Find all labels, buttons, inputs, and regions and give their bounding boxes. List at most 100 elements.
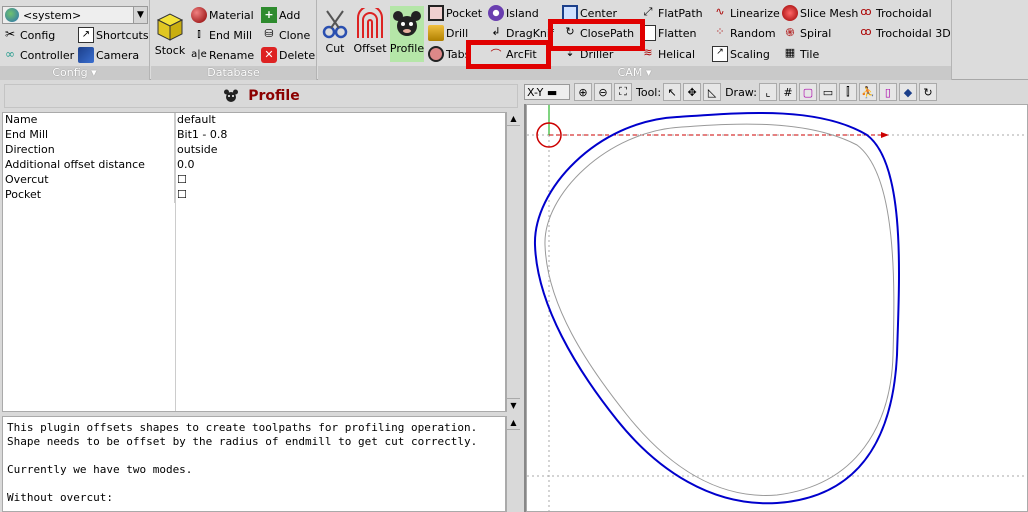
pocket-button[interactable]: Pocket	[428, 4, 482, 22]
add-button[interactable]: + Add	[261, 6, 300, 24]
property-value[interactable]: ☐	[175, 173, 187, 188]
rapid-icon[interactable]: ▯	[878, 83, 897, 101]
chevron-down-icon[interactable]: ▼	[133, 7, 147, 23]
plugin-description: This plugin offsets shapes to create too…	[2, 416, 506, 512]
probe-icon[interactable]: ⫿	[838, 83, 857, 101]
shortcuts-button[interactable]: ↗ Shortcuts	[78, 26, 149, 44]
grid-icon[interactable]: #	[778, 83, 797, 101]
flatpath-button[interactable]: ⤢ FlatPath	[640, 4, 703, 22]
cut-button[interactable]: Cut	[320, 8, 350, 55]
property-key: Overcut	[3, 173, 175, 188]
left-pane: Profile Name default End Mill Bit1 - 0.8 Dir…	[0, 82, 522, 512]
controller-button[interactable]: ∞ Controller	[2, 46, 74, 64]
toolpath-drawing	[527, 105, 1027, 511]
redraw-icon[interactable]: ↻	[918, 83, 937, 101]
scroll-down-icon[interactable]: ▼	[507, 398, 520, 412]
flatten-button[interactable]: Flatten	[640, 24, 697, 42]
trochoidal-button[interactable]: ꝏ Trochoidal	[858, 4, 931, 22]
workarea-icon[interactable]: ▭	[818, 83, 837, 101]
material-button[interactable]: Material	[191, 6, 254, 24]
rename-button[interactable]: a|e Rename	[191, 46, 254, 64]
paths-icon[interactable]: ⛹	[858, 83, 877, 101]
scroll-up-icon[interactable]: ▲	[507, 416, 520, 430]
property-key: Additional offset distance	[3, 158, 175, 173]
select-tool-icon[interactable]: ↖	[663, 83, 682, 101]
delete-button[interactable]: ✕ Delete	[261, 46, 315, 64]
tabs-button[interactable]: Tabs	[428, 45, 470, 63]
property-value[interactable]: ☐	[175, 188, 187, 203]
delete-icon: ✕	[261, 47, 277, 63]
zoom-in-icon[interactable]: ⊕	[574, 83, 592, 101]
property-key: Pocket	[3, 188, 175, 203]
profile-button[interactable]: Profile	[390, 6, 424, 62]
axes-icon[interactable]: ⌞	[758, 83, 777, 101]
island-button[interactable]: Island	[488, 4, 539, 22]
linearize-button[interactable]: ∿ Linearize	[712, 4, 779, 22]
cam-group-label[interactable]: CAM ▾	[318, 66, 951, 80]
closepath-button[interactable]: ↻ ClosePath	[562, 24, 634, 42]
property-row[interactable]: Additional offset distance 0.0	[3, 158, 505, 173]
x-axis-arrow	[881, 132, 889, 138]
properties-table: Name default End Mill Bit1 - 0.8 Direction ou…	[2, 112, 506, 412]
ruler-tool-icon[interactable]: ◺	[703, 83, 722, 101]
property-row[interactable]: End Mill Bit1 - 0.8	[3, 128, 505, 143]
dragknife-button[interactable]: ↲ DragKnif	[488, 24, 553, 42]
property-value[interactable]: default	[175, 113, 216, 128]
offset-path	[544, 123, 895, 496]
driller-button[interactable]: ⇣ Driller	[562, 45, 613, 63]
endmill-icon: ⫾	[197, 27, 201, 40]
clone-button[interactable]: ⛁ Clone	[261, 26, 310, 44]
property-row[interactable]: Pocket ☐	[3, 188, 505, 203]
property-value[interactable]: 0.0	[175, 158, 195, 173]
property-row[interactable]: Direction outside	[3, 143, 505, 158]
offset-button[interactable]: Offset	[352, 8, 388, 55]
material-icon	[191, 7, 207, 23]
helical-button[interactable]: ≋ Helical	[640, 45, 695, 63]
shortcut-icon: ↗	[78, 27, 94, 43]
margins-icon[interactable]: ▢	[798, 83, 817, 101]
properties-scrollbar[interactable]: ▲ ▼	[506, 112, 520, 412]
zoom-fit-icon[interactable]: ⛶	[614, 83, 632, 101]
system-select[interactable]: <system> ▼	[2, 6, 148, 24]
tile-icon: ▦	[784, 46, 796, 59]
zoom-out-icon[interactable]: ⊖	[594, 83, 612, 101]
property-value[interactable]: Bit1 - 0.8	[175, 128, 227, 143]
config-group-label[interactable]: Config ▾	[0, 66, 149, 80]
helical-icon: ≋	[643, 46, 653, 59]
description-scrollbar[interactable]: ▲	[506, 416, 520, 512]
drawing-canvas[interactable]	[526, 104, 1028, 512]
arcfit-icon: ⌒	[490, 48, 502, 61]
arcfit-button[interactable]: ⌒ ArcFit	[488, 45, 537, 63]
config-button[interactable]: ✂ Config	[2, 26, 55, 44]
property-value[interactable]: outside	[175, 143, 218, 158]
center-button[interactable]: Center	[562, 4, 617, 22]
camera-icon	[78, 47, 94, 63]
panel-title: Profile	[248, 88, 300, 104]
dragknife-icon: ↲	[491, 25, 501, 38]
view-select[interactable]: X-Y ▬	[524, 84, 570, 100]
scaling-button[interactable]: ↗ Scaling	[712, 45, 770, 63]
camera-button[interactable]: Camera	[78, 46, 139, 64]
random-button[interactable]: ⁘ Random	[712, 24, 775, 42]
property-key: Direction	[3, 143, 175, 158]
slicemesh-button[interactable]: Slice Mesh	[782, 4, 858, 22]
tile-button[interactable]: ▦ Tile	[782, 45, 819, 63]
spiral-button[interactable]: ֍ Spiral	[782, 24, 832, 42]
endmill-button[interactable]: ⫾ End Mill	[191, 26, 252, 44]
add-icon: +	[261, 7, 277, 23]
property-key: Name	[3, 113, 175, 128]
camera-view-icon[interactable]: ◆	[898, 83, 917, 101]
property-row[interactable]: Overcut ☐	[3, 173, 505, 188]
trochoidal-icon: ꝏ	[860, 5, 872, 18]
database-group-label: Database	[151, 66, 316, 80]
drill-icon	[428, 25, 444, 41]
rename-icon: a|e	[191, 49, 207, 60]
stock-button[interactable]: Stock	[153, 10, 187, 57]
trochoidal3d-button[interactable]: ꝏ Trochoidal 3D	[858, 24, 950, 42]
scroll-up-icon[interactable]: ▲	[507, 112, 520, 126]
move-tool-icon[interactable]: ✥	[683, 83, 702, 101]
drill-button[interactable]: Drill	[428, 24, 468, 42]
cam-group: Cut Offset Profile Pocket Drill Tabs Isl…	[318, 0, 952, 80]
property-row[interactable]: Name default	[3, 113, 505, 128]
profile-icon	[393, 11, 421, 36]
